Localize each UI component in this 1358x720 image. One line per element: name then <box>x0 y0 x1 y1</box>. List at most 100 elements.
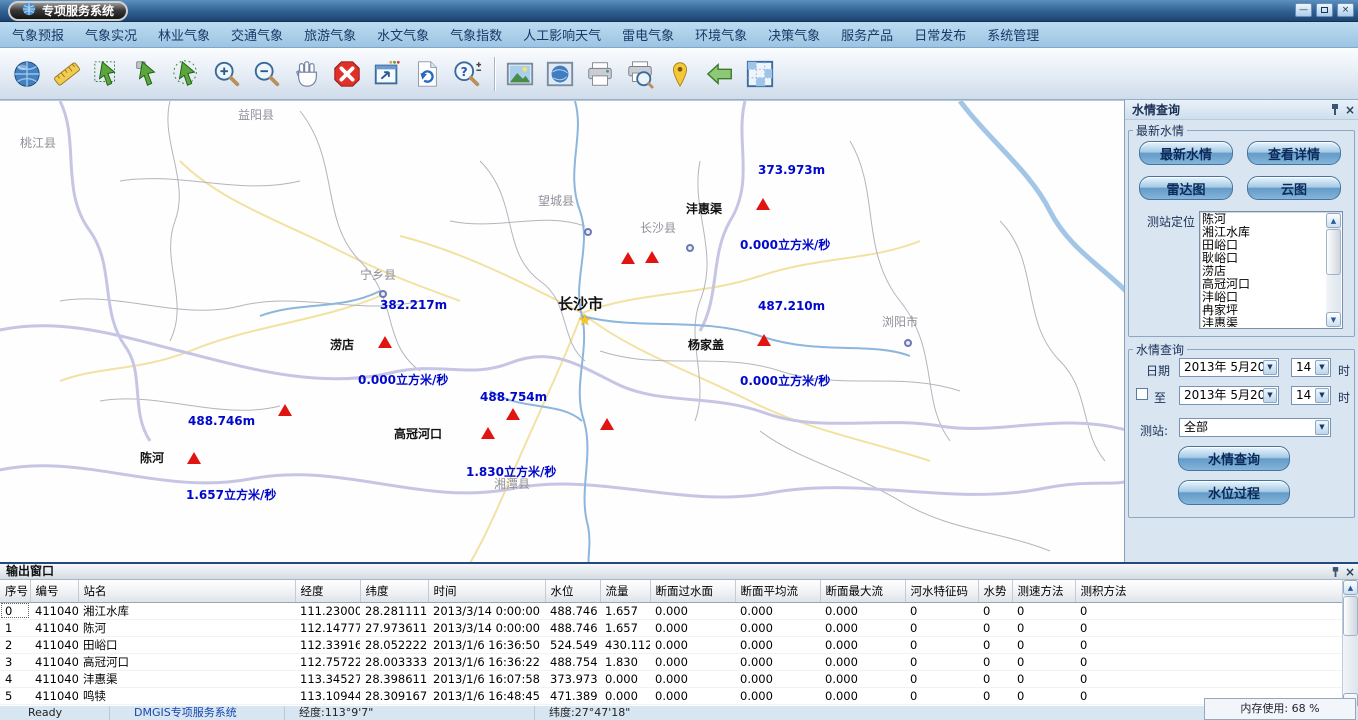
scroll-down-icon[interactable]: ▼ <box>1326 312 1341 327</box>
station-listbox[interactable]: 陈河湘江水库田峪口耿峪口涝店高冠河口沣峪口冉家坪沣惠渠 ▲ ▼ <box>1199 211 1343 329</box>
view-details-button[interactable]: 查看详情 <box>1247 141 1341 165</box>
select-arrow-icon[interactable] <box>130 57 164 91</box>
cloud-image-button[interactable]: 云图 <box>1247 176 1341 200</box>
column-header[interactable]: 序号 <box>0 580 30 602</box>
table-row[interactable]: 441104017沣惠渠113.34527828.3986112013/1/6 … <box>0 670 1342 687</box>
menu-item-12[interactable]: 服务产品 <box>841 25 893 44</box>
water-query-button[interactable]: 水情查询 <box>1178 446 1290 471</box>
start-hour-combo[interactable]: 14▼ <box>1291 358 1331 377</box>
column-header[interactable]: 测积方法 <box>1075 580 1342 602</box>
menu-item-11[interactable]: 决策气象 <box>768 25 820 44</box>
globe-icon[interactable] <box>10 57 44 91</box>
full-extent-icon[interactable] <box>370 57 404 91</box>
print-icon[interactable] <box>583 57 617 91</box>
column-header[interactable]: 水位 <box>545 580 600 602</box>
table-row[interactable]: 241104004田峪口112.33916728.0522222013/1/6 … <box>0 636 1342 653</box>
menu-item-10[interactable]: 环境气象 <box>695 25 747 44</box>
menu-item-13[interactable]: 日常发布 <box>914 25 966 44</box>
column-header[interactable]: 测速方法 <box>1012 580 1075 602</box>
minimize-button[interactable]: — <box>1295 3 1312 17</box>
dropdown-arrow-icon[interactable]: ▼ <box>1315 388 1329 403</box>
table-row[interactable]: 041104002湘江水库111.23000028.2811112013/3/1… <box>0 602 1342 619</box>
maximize-button[interactable] <box>1316 3 1333 17</box>
column-header[interactable]: 纬度 <box>360 580 428 602</box>
radar-chart-button[interactable]: 雷达图 <box>1139 176 1233 200</box>
export-image-icon[interactable] <box>503 57 537 91</box>
start-date-combo[interactable]: 2013年 5月20日▼ <box>1179 358 1279 377</box>
menu-item-2[interactable]: 气象实况 <box>85 25 137 44</box>
select-rect-icon[interactable] <box>90 57 124 91</box>
menu-item-7[interactable]: 气象指数 <box>450 25 502 44</box>
close-button[interactable]: × <box>1337 3 1354 17</box>
print-preview-icon[interactable] <box>623 57 657 91</box>
latest-water-button[interactable]: 最新水情 <box>1139 141 1233 165</box>
water-level-process-button[interactable]: 水位过程 <box>1178 480 1290 505</box>
map-canvas[interactable]: 桃江县益阳县望城县长沙县宁乡县浏阳市湘潭县长沙市沣惠渠涝店杨家盖高冠河口陈河37… <box>0 100 1124 562</box>
pin-icon[interactable] <box>1330 103 1340 116</box>
dropdown-arrow-icon[interactable]: ▼ <box>1263 360 1277 375</box>
column-header[interactable]: 断面过水面 <box>650 580 735 602</box>
back-icon[interactable] <box>703 57 737 91</box>
identify-icon[interactable]: ? <box>450 57 484 91</box>
scroll-thumb[interactable] <box>1343 596 1358 636</box>
column-header[interactable]: 时间 <box>428 580 545 602</box>
menu-item-3[interactable]: 林业气象 <box>158 25 210 44</box>
menu-item-9[interactable]: 雷电气象 <box>622 25 674 44</box>
table-cell: 0 <box>1075 653 1342 670</box>
dropdown-arrow-icon[interactable]: ▼ <box>1315 420 1329 435</box>
scroll-up-icon[interactable]: ▲ <box>1326 213 1341 228</box>
dropdown-arrow-icon[interactable]: ▼ <box>1263 388 1277 403</box>
column-header[interactable]: 经度 <box>295 580 360 602</box>
select-circle-icon[interactable] <box>170 57 204 91</box>
end-date-combo[interactable]: 2013年 5月20日▼ <box>1179 386 1279 405</box>
station-marker-triangle[interactable] <box>600 418 614 430</box>
table-cell: 41104022 <box>30 687 78 704</box>
panel-close-icon[interactable]: × <box>1345 104 1355 116</box>
world-image-icon[interactable] <box>543 57 577 91</box>
station-marker-triangle[interactable] <box>378 336 392 348</box>
zoom-in-icon[interactable] <box>210 57 244 91</box>
table-row[interactable]: 541104022鸣犊113.10944428.3091672013/1/6 1… <box>0 687 1342 704</box>
station-marker-triangle[interactable] <box>278 404 292 416</box>
placemark-icon[interactable] <box>663 57 697 91</box>
pin-icon[interactable] <box>1331 566 1340 578</box>
menu-item-6[interactable]: 水文气象 <box>377 25 429 44</box>
menu-item-1[interactable]: 气象预报 <box>12 25 64 44</box>
refresh-icon[interactable] <box>410 57 444 91</box>
column-header[interactable]: 断面最大流 <box>820 580 905 602</box>
station-marker-triangle[interactable] <box>187 452 201 464</box>
dropdown-arrow-icon[interactable]: ▼ <box>1315 360 1329 375</box>
station-marker-triangle[interactable] <box>621 252 635 264</box>
table-scrollbar[interactable]: ▲ ▼ <box>1342 580 1358 708</box>
station-marker-triangle[interactable] <box>481 427 495 439</box>
to-date-checkbox[interactable] <box>1136 388 1148 400</box>
menu-item-5[interactable]: 旅游气象 <box>304 25 356 44</box>
scroll-up-icon[interactable]: ▲ <box>1343 580 1358 595</box>
measure-icon[interactable] <box>50 57 84 91</box>
table-row[interactable]: 341104010高冠河口112.75722228.0033332013/1/6… <box>0 653 1342 670</box>
column-header[interactable]: 编号 <box>30 580 78 602</box>
table-row[interactable]: 141104002陈河112.14777827.9736112013/3/14 … <box>0 619 1342 636</box>
column-header[interactable]: 河水特征码 <box>905 580 978 602</box>
output-close-icon[interactable]: × <box>1345 566 1355 578</box>
listbox-scrollbar[interactable]: ▲ ▼ <box>1326 213 1341 327</box>
station-select-combo[interactable]: 全部▼ <box>1179 418 1331 437</box>
station-marker-triangle[interactable] <box>506 408 520 420</box>
zoom-out-icon[interactable] <box>250 57 284 91</box>
pan-icon[interactable] <box>290 57 324 91</box>
stop-icon[interactable] <box>330 57 364 91</box>
menu-item-4[interactable]: 交通气象 <box>231 25 283 44</box>
column-header[interactable]: 流量 <box>600 580 650 602</box>
column-header[interactable]: 断面平均流 <box>735 580 820 602</box>
station-marker-triangle[interactable] <box>757 334 771 346</box>
column-header[interactable]: 水势 <box>978 580 1012 602</box>
scroll-thumb[interactable] <box>1326 229 1341 275</box>
column-header[interactable]: 站名 <box>78 580 295 602</box>
station-list-item[interactable]: 沣惠渠 <box>1202 317 1326 327</box>
station-marker-triangle[interactable] <box>645 251 659 263</box>
menu-item-8[interactable]: 人工影响天气 <box>523 25 601 44</box>
end-hour-combo[interactable]: 14▼ <box>1291 386 1331 405</box>
map-grid-icon[interactable] <box>743 57 777 91</box>
menu-item-14[interactable]: 系统管理 <box>987 25 1039 44</box>
station-marker-triangle[interactable] <box>756 198 770 210</box>
